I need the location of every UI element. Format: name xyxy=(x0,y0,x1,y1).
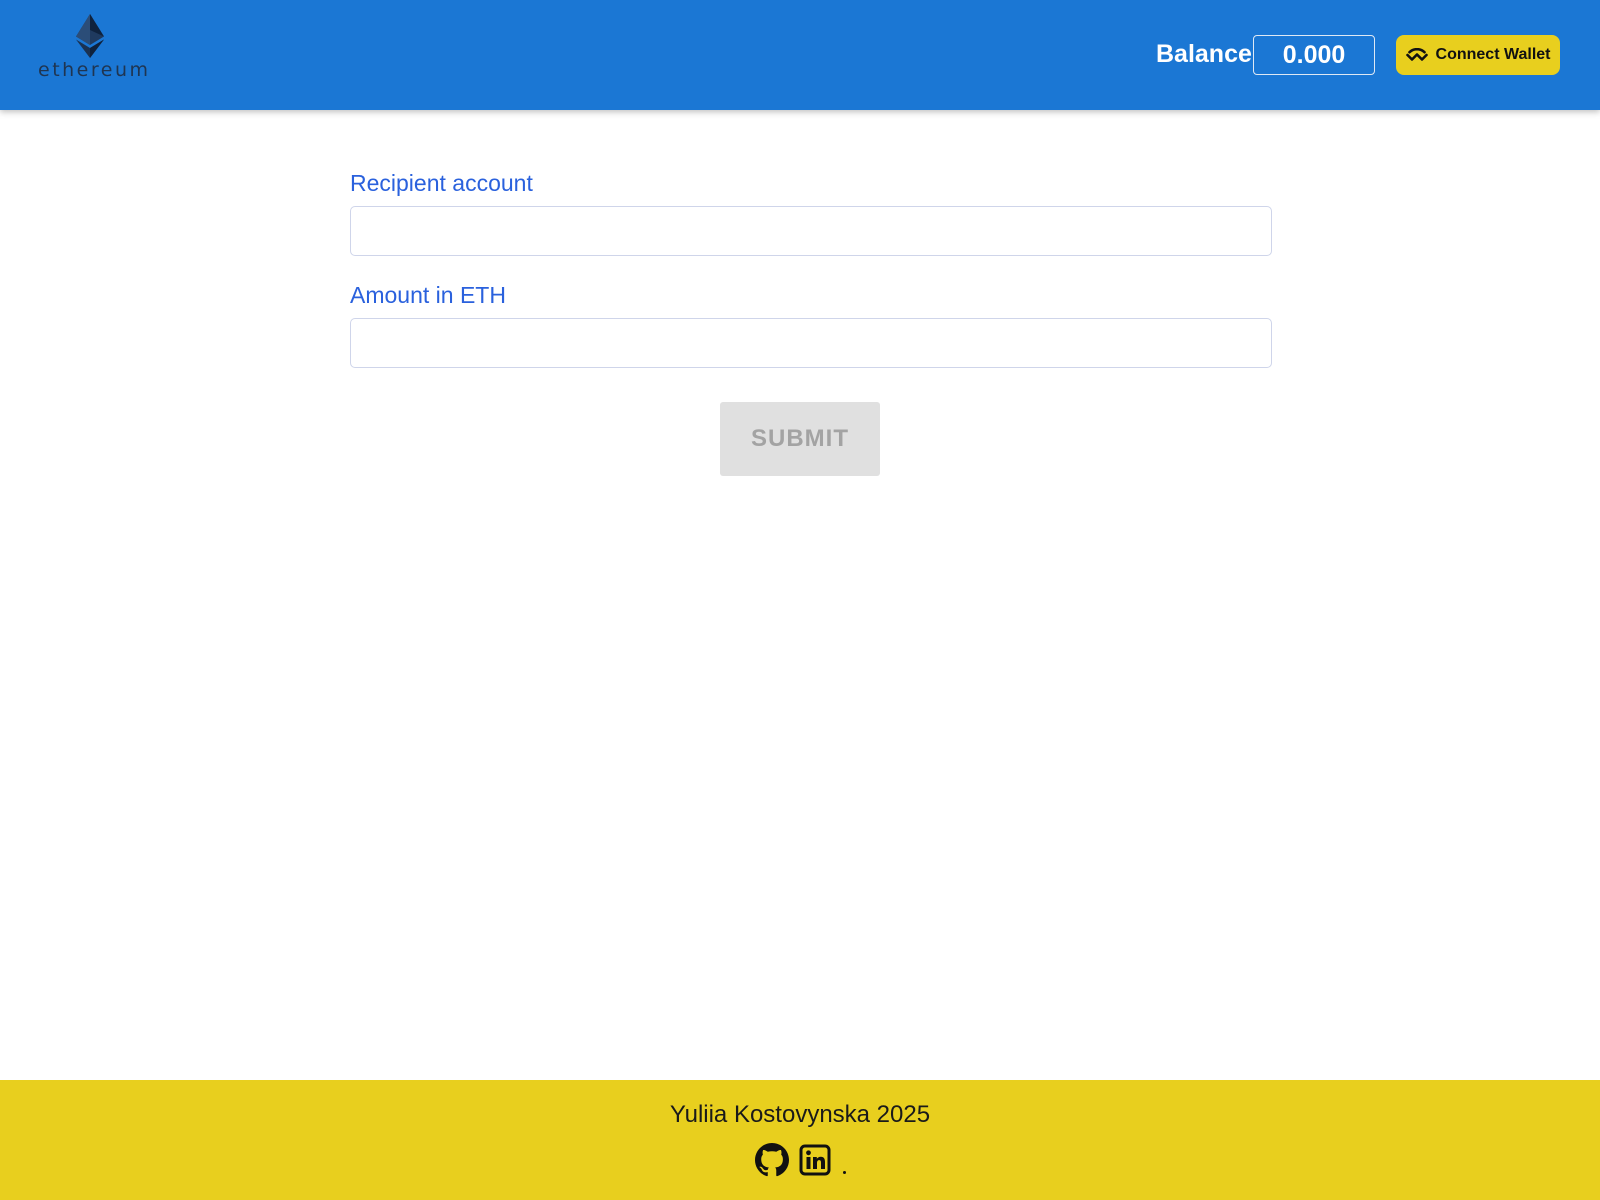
logo-wordmark: ethereum xyxy=(38,59,151,81)
connect-wallet-button[interactable]: Connect Wallet xyxy=(1396,35,1560,75)
app-root: ethereum Balance 0.000 Connect Wallet Re… xyxy=(0,0,1600,1200)
recipient-label: Recipient account xyxy=(350,170,533,196)
amount-input[interactable] xyxy=(350,318,1272,368)
balance-value: 0.000 xyxy=(1253,35,1375,75)
transfer-form: Recipient account Amount in ETH xyxy=(350,168,1272,368)
linkedin-link[interactable] xyxy=(799,1144,831,1176)
linkedin-icon xyxy=(799,1144,830,1176)
recipient-field-group: Recipient account xyxy=(350,168,1272,256)
footer-dot xyxy=(842,1171,846,1174)
walletconnect-icon xyxy=(1405,48,1428,61)
connect-wallet-label: Connect Wallet xyxy=(1435,46,1551,63)
footer: Yuliia Kostovynska 2025 xyxy=(0,1080,1600,1200)
footer-credit: Yuliia Kostovynska 2025 xyxy=(669,1101,931,1128)
footer-social-links xyxy=(0,1140,1600,1180)
balance-label: Balance xyxy=(1156,40,1252,68)
submit-button[interactable]: SUBMIT xyxy=(720,402,880,476)
github-icon xyxy=(754,1143,789,1177)
amount-field-group: Amount in ETH xyxy=(350,280,1272,368)
github-link[interactable] xyxy=(754,1143,789,1177)
ethereum-logo[interactable]: ethereum xyxy=(38,14,151,88)
ethereum-diamond-icon xyxy=(76,14,104,58)
amount-label: Amount in ETH xyxy=(350,282,506,308)
top-bar: ethereum Balance 0.000 Connect Wallet xyxy=(0,0,1600,110)
recipient-input[interactable] xyxy=(350,206,1272,256)
